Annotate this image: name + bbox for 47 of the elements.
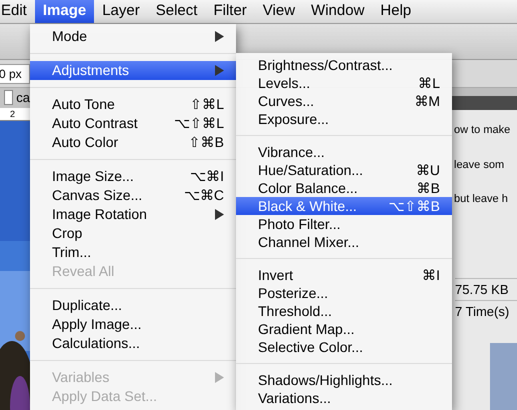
menu-item[interactable]: Crop — [30, 224, 236, 243]
panel-text: but leave h — [454, 192, 509, 207]
info-value: 7 Time(s) — [455, 300, 517, 322]
menu-item[interactable]: Adjustments — [30, 61, 236, 80]
menu-bar-item[interactable]: Layer — [94, 0, 148, 23]
menu-item[interactable]: Image Size... ⌥⌘I — [30, 167, 236, 186]
menu-item[interactable]: Selective Color... — [236, 338, 452, 356]
menu-item[interactable]: Color Balance... ⌘B — [236, 179, 452, 197]
menu-bar-item[interactable]: Help — [372, 0, 420, 23]
menu-item[interactable]: Variations... — [236, 389, 452, 407]
menu-item[interactable]: Curves... ⌘M — [236, 92, 452, 110]
menu-item[interactable]: Mode — [30, 27, 236, 46]
ruler: 2 — [0, 108, 30, 120]
panel-header — [452, 88, 517, 110]
menu-item[interactable]: Apply Image... — [30, 315, 236, 334]
menu-item[interactable]: Black & White... ⌥⇧⌘B — [236, 197, 452, 215]
menu-item[interactable]: Invert ⌘I — [236, 266, 452, 284]
menu-bar-item[interactable]: Image — [34, 0, 94, 23]
panel-text: ow to make — [454, 123, 512, 138]
menu-item[interactable]: Trim... — [30, 243, 236, 262]
menu-item[interactable]: Hue/Saturation... ⌘U — [236, 161, 452, 179]
menu-item[interactable]: Canvas Size... ⌥⌘C — [30, 186, 236, 205]
menu-bar-item[interactable]: View — [254, 0, 304, 23]
menu-item[interactable]: Vibrance... — [236, 143, 452, 161]
menu-item[interactable]: Auto Contrast ⌥⇧⌘L — [30, 114, 236, 133]
menu-item[interactable]: Channel Mixer... — [236, 233, 452, 251]
menu-item[interactable]: Calculations... — [30, 334, 236, 353]
menu-item[interactable]: Levels... ⌘L — [236, 74, 452, 92]
menu-item[interactable]: Duplicate... — [30, 296, 236, 315]
menu-bar-item[interactable]: Edit — [0, 0, 35, 23]
panel-text: leave som — [454, 158, 506, 172]
menu-item[interactable]: Shadows/Highlights... — [236, 371, 452, 389]
menu-item[interactable]: Auto Tone ⇧⌘L — [30, 95, 236, 114]
menu-item[interactable]: Exposure... — [236, 110, 452, 128]
menu-item[interactable]: Gradient Map... — [236, 320, 452, 338]
document-icon — [4, 90, 14, 106]
menu-bar-item[interactable]: Window — [303, 0, 372, 23]
menu-item[interactable]: Brightness/Contrast... — [236, 56, 452, 74]
menu-bar-item[interactable]: Filter — [205, 0, 255, 23]
menu-item[interactable]: Threshold... — [236, 302, 452, 320]
menu-item[interactable]: Posterize... — [236, 284, 452, 302]
menu-bar-item[interactable]: Select — [148, 0, 206, 23]
info-value: 75.75 KB — [455, 278, 517, 300]
menu-item[interactable]: Auto Color ⇧⌘B — [30, 133, 236, 152]
panel-preview — [490, 342, 517, 410]
menu-item[interactable]: Image Rotation — [30, 205, 236, 224]
menu-item[interactable]: Photo Filter... — [236, 215, 452, 233]
